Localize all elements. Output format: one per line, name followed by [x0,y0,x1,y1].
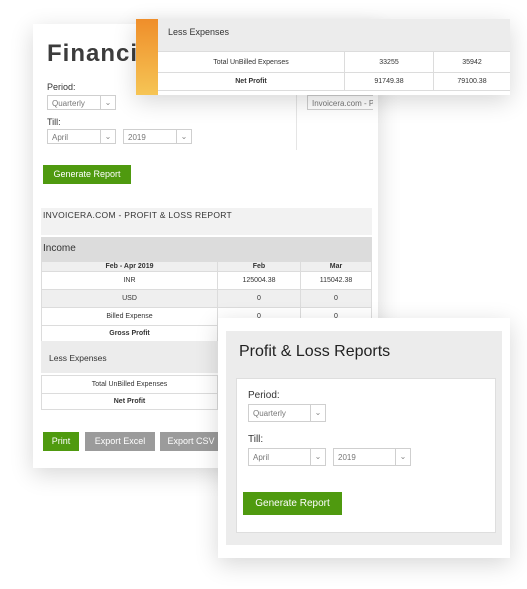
period-label: Period: [248,390,280,401]
less-expenses-header: Less Expenses [158,19,510,51]
report-title-bar: INVOICERA.COM - PROFIT & LOSS REPORT [41,208,372,235]
chevron-down-icon: ⌄ [100,130,115,143]
chevron-down-icon: ⌄ [310,405,325,421]
card-title: Profit & Loss Reports [239,343,391,360]
print-button[interactable]: Print [43,432,79,451]
row-label: Gross Profit [41,325,218,342]
less-expenses-heading: Less Expenses [49,353,107,363]
income-heading: Income [43,243,76,254]
row-label: Net Profit [158,72,345,91]
top-expenses-table: Total UnBilled Expenses 33255 35942 Net … [158,51,510,91]
row-label: USD [41,289,218,308]
row-label: Total UnBilled Expenses [41,375,218,394]
front-inner: Profit & Loss Reports Period: Quarterly … [226,331,502,545]
column-header: Feb [217,261,301,272]
row-value: 115042.38 [300,271,372,290]
income-heading-bar: Income [41,237,372,262]
export-csv-button[interactable]: Export CSV [160,432,222,451]
chevron-down-icon: ⌄ [100,96,115,109]
till-year-select[interactable]: 2019 ⌄ [333,448,411,466]
row-label: Net Profit [41,393,218,410]
form-panel: Period: Quarterly ⌄ Till: April ⌄ 2019 ⌄… [236,378,496,533]
row-value: 125004.38 [217,271,301,290]
till-year-select[interactable]: 2019 ⌄ [123,129,192,144]
generate-report-button[interactable]: Generate Report [243,492,342,515]
column-header: Mar [300,261,372,272]
chevron-down-icon: ⌄ [176,130,191,143]
table-row: INR 125004.38 115042.38 [41,271,372,290]
export-excel-button[interactable]: Export Excel [85,432,155,451]
table-header-row: Feb - Apr 2019 Feb Mar [41,261,372,272]
row-label: INR [41,271,218,290]
generate-report-button[interactable]: Generate Report [43,165,131,184]
row-label: Total UnBilled Expenses [158,51,345,73]
row-value: 79100.38 [433,72,510,91]
row-label: Billed Expense [41,307,218,326]
table-row: Total UnBilled Expenses 33255 35942 [158,51,510,73]
less-expenses-card: Less Expenses Total UnBilled Expenses 33… [136,19,510,95]
row-value: 0 [300,289,372,308]
less-expenses-title: Less Expenses [168,27,230,37]
table-row: Net Profit 91749.38 79100.38 [158,72,510,91]
profit-loss-card: Profit & Loss Reports Period: Quarterly … [218,318,510,558]
chevron-down-icon: ⌄ [395,449,410,465]
row-value: 33255 [344,51,434,73]
till-label: Till: [47,117,61,127]
column-header: Feb - Apr 2019 [41,261,218,272]
till-month-select[interactable]: April ⌄ [47,129,116,144]
company-field[interactable]: Invoicera.com - Profit [307,95,373,110]
report-title: INVOICERA.COM - PROFIT & LOSS REPORT [43,210,233,220]
till-label: Till: [248,434,264,445]
accent-strip [136,19,158,95]
period-label: Period: [47,82,76,92]
period-select[interactable]: Quarterly ⌄ [47,95,116,110]
row-value: 35942 [433,51,510,73]
row-value: 0 [217,289,301,308]
till-month-select[interactable]: April ⌄ [248,448,326,466]
row-value: 91749.38 [344,72,434,91]
table-row: USD 0 0 [41,289,372,308]
chevron-down-icon: ⌄ [310,449,325,465]
period-select[interactable]: Quarterly ⌄ [248,404,326,422]
